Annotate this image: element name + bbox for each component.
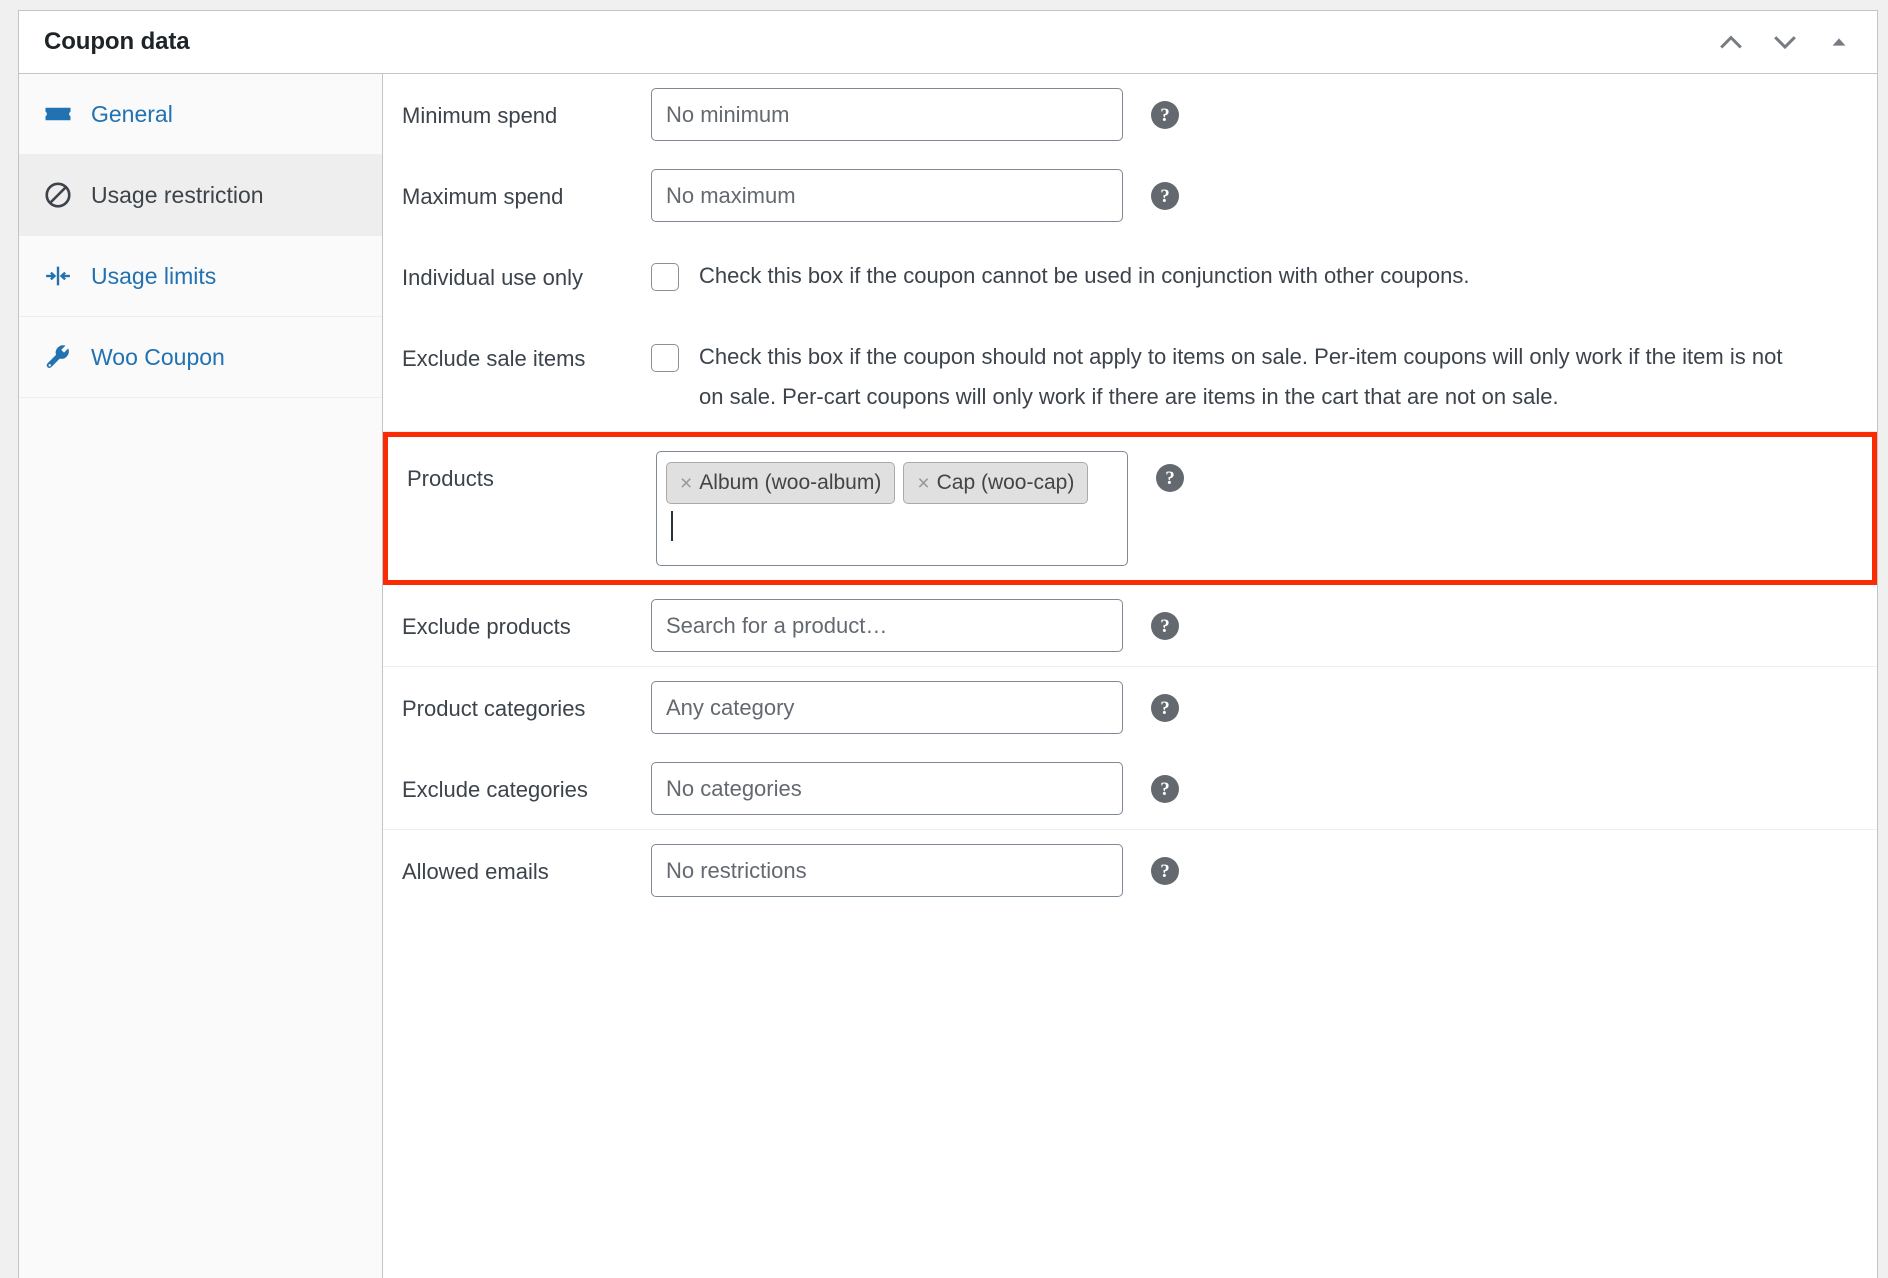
help-icon[interactable]: ? <box>1151 775 1179 804</box>
field-exclude-sale-items: Exclude sale items Check this box if the… <box>383 317 1877 431</box>
help-icon[interactable]: ? <box>1151 857 1179 886</box>
minimum-spend-input[interactable] <box>651 88 1123 141</box>
help-icon[interactable]: ? <box>1151 612 1179 641</box>
panel-header: Coupon data <box>19 11 1877 74</box>
page-title: Coupon data <box>44 28 190 55</box>
sidebar-item-label: Woo Coupon <box>91 343 225 370</box>
triangle-up-icon <box>1832 38 1846 46</box>
exclude-products-label: Exclude products <box>402 614 571 640</box>
maximum-spend-input[interactable] <box>651 169 1123 222</box>
sidebar-item-general[interactable]: General <box>19 74 382 155</box>
field-minimum-spend: Minimum spend ? <box>383 74 1877 155</box>
products-search-field[interactable] <box>666 504 1118 548</box>
field-allowed-emails: Allowed emails ? <box>383 830 1877 911</box>
move-up-button[interactable] <box>1709 20 1753 64</box>
chevron-up-icon <box>1720 35 1742 49</box>
products-label: Products <box>407 466 494 492</box>
help-icon[interactable]: ? <box>1151 182 1179 210</box>
field-group-categories: Product categories ? Exclude categories … <box>383 667 1877 831</box>
panel-body: General Usage restriction Usage limits W… <box>19 74 1877 1278</box>
allowed-emails-input[interactable] <box>651 844 1123 898</box>
sidebar-item-usage-limits[interactable]: Usage limits <box>19 236 382 317</box>
remove-token-icon[interactable]: × <box>680 473 692 494</box>
no-entry-icon <box>43 180 77 210</box>
toggle-panel-button[interactable] <box>1817 20 1861 64</box>
products-token-list: × Album (woo-album) × Cap (woo-cap) <box>666 462 1118 505</box>
sidebar-item-woo-coupon[interactable]: Woo Coupon <box>19 317 382 398</box>
exclude-categories-label: Exclude categories <box>402 777 588 803</box>
product-token[interactable]: × Cap (woo-cap) <box>903 462 1089 505</box>
products-highlight-box: Products × Album (woo-album) × Cap (woo-… <box>383 432 1877 586</box>
exclude-sale-items-description: Check this box if the coupon should not … <box>699 344 1783 410</box>
help-icon[interactable]: ? <box>1156 464 1184 493</box>
sidebar-item-label: Usage limits <box>91 262 217 289</box>
exclude-categories-input[interactable] <box>651 762 1123 816</box>
maximum-spend-label: Maximum spend <box>402 184 564 209</box>
field-product-categories: Product categories ? <box>383 667 1877 748</box>
field-individual-use-only: Individual use only Check this box if th… <box>383 236 1877 317</box>
products-token-input[interactable]: × Album (woo-album) × Cap (woo-cap) <box>656 451 1128 567</box>
product-categories-label: Product categories <box>402 696 586 722</box>
usage-restriction-panel: Minimum spend ? Maximum spend ? Individu… <box>383 74 1877 1278</box>
help-icon[interactable]: ? <box>1151 101 1179 129</box>
arrows-inward-icon <box>43 261 77 291</box>
product-token[interactable]: × Album (woo-album) <box>666 462 896 505</box>
individual-use-only-checkbox[interactable] <box>651 263 679 291</box>
exclude-products-input[interactable] <box>651 599 1123 653</box>
product-token-label: Cap (woo-cap) <box>936 471 1075 495</box>
sidebar-item-label: General <box>91 100 173 127</box>
field-group-products: Products × Album (woo-album) × Cap (woo-… <box>383 432 1877 668</box>
move-down-button[interactable] <box>1763 20 1807 64</box>
field-group-emails: Allowed emails ? <box>383 830 1877 911</box>
ticket-icon <box>43 99 77 129</box>
panel-header-actions <box>1709 11 1861 73</box>
field-products: Products × Album (woo-album) × Cap (woo-… <box>388 437 1872 580</box>
allowed-emails-label: Allowed emails <box>402 859 549 885</box>
coupon-data-tabs: General Usage restriction Usage limits W… <box>19 74 383 1278</box>
product-categories-input[interactable] <box>651 681 1123 735</box>
product-token-label: Album (woo-album) <box>699 471 882 495</box>
chevron-down-icon <box>1774 36 1796 50</box>
sidebar-item-label: Usage restriction <box>91 181 264 208</box>
exclude-sale-items-label: Exclude sale items <box>402 346 586 371</box>
help-icon[interactable]: ? <box>1151 694 1179 723</box>
coupon-data-panel: Coupon data General Usage restriction Us… <box>18 10 1878 1278</box>
text-cursor <box>671 511 673 542</box>
exclude-sale-items-checkbox[interactable] <box>651 344 679 372</box>
minimum-spend-label: Minimum spend <box>402 103 558 128</box>
wrench-icon <box>43 342 77 372</box>
field-maximum-spend: Maximum spend ? <box>383 155 1877 236</box>
sidebar-item-usage-restriction[interactable]: Usage restriction <box>19 155 382 236</box>
field-group-spend-and-flags: Minimum spend ? Maximum spend ? Individu… <box>383 74 1877 433</box>
remove-token-icon[interactable]: × <box>917 473 929 494</box>
field-exclude-products: Exclude products ? <box>383 585 1877 666</box>
field-exclude-categories: Exclude categories ? <box>383 748 1877 829</box>
individual-use-only-description: Check this box if the coupon cannot be u… <box>699 263 1470 288</box>
individual-use-only-label: Individual use only <box>402 265 584 290</box>
